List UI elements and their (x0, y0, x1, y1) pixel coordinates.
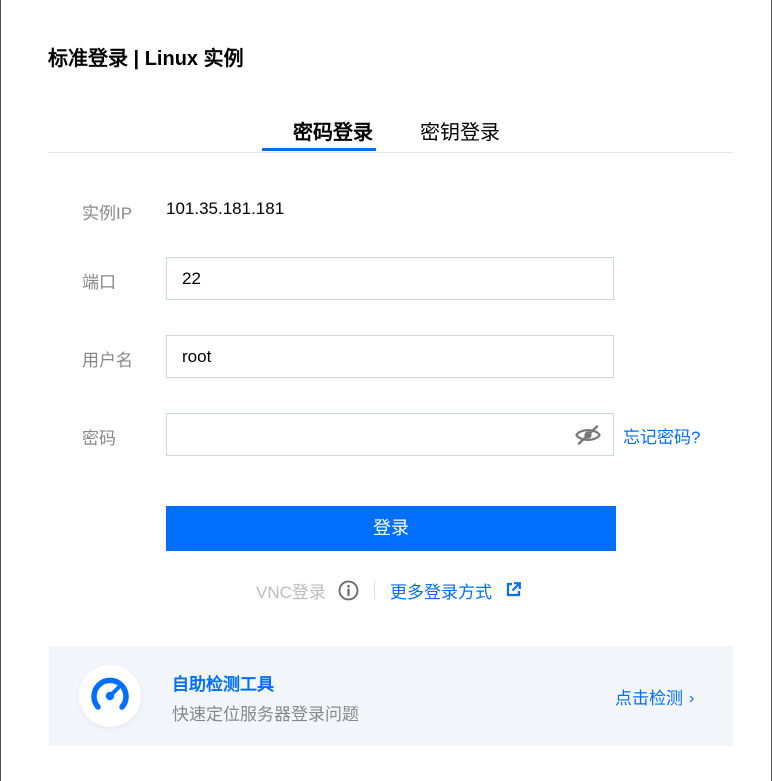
run-check-link[interactable]: 点击检测 › (615, 684, 694, 709)
tab-password-login[interactable]: 密码登录 (276, 116, 390, 145)
more-login-methods-link[interactable]: 更多登录方式 (390, 578, 492, 603)
password-input[interactable] (167, 414, 613, 455)
login-tabs: 密码登录 密钥登录 (48, 108, 733, 153)
gauge-icon-badge (79, 665, 141, 727)
tab-key-login[interactable]: 密钥登录 (420, 116, 500, 145)
alt-login-divider (374, 581, 375, 599)
window-edge-left (0, 0, 1, 781)
port-field (166, 257, 614, 300)
username-field (166, 335, 614, 378)
page-title: 标准登录 | Linux 实例 (48, 48, 244, 70)
info-circle-icon[interactable] (338, 580, 359, 601)
login-button[interactable]: 登录 (166, 506, 616, 551)
gauge-icon (91, 677, 129, 710)
port-label: 端口 (82, 273, 116, 292)
password-field (166, 413, 614, 456)
forgot-password-link[interactable]: 忘记密码? (623, 423, 700, 448)
active-tab-indicator (262, 148, 376, 151)
instance-ip-label: 实例IP (82, 204, 133, 223)
chevron-right-icon: › (689, 690, 695, 707)
port-input[interactable] (167, 258, 613, 299)
password-label: 密码 (82, 429, 116, 448)
username-input[interactable] (167, 336, 613, 377)
eye-off-icon[interactable] (575, 425, 601, 445)
self-check-title: 自助检测工具 (172, 675, 274, 694)
self-check-subtitle: 快速定位服务器登录问题 (172, 705, 359, 724)
username-label: 用户名 (82, 351, 133, 370)
vnc-login-link[interactable]: VNC登录 (256, 578, 326, 603)
external-link-icon[interactable] (506, 582, 521, 597)
run-check-label: 点击检测 (615, 689, 683, 708)
instance-ip-value: 101.35.181.181 (166, 199, 285, 218)
self-check-banner: 自助检测工具 快速定位服务器登录问题 点击检测 › (49, 646, 733, 746)
